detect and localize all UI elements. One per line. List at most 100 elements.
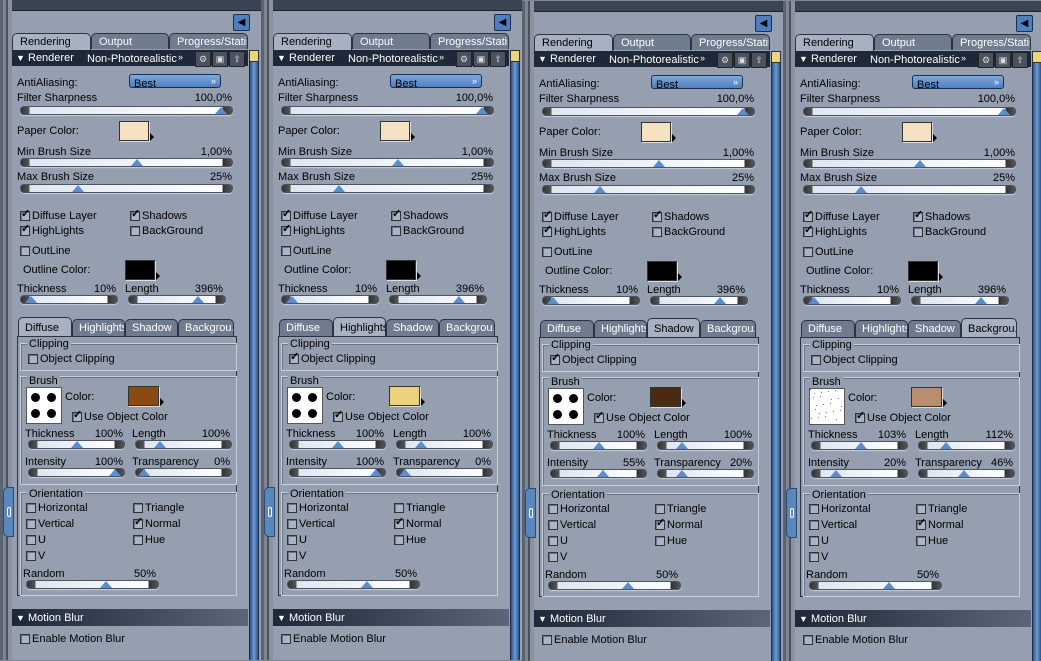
subtab-highlights[interactable]: Highlights [594,320,647,337]
renderer-select[interactable]: Non-Photorealistic [609,54,699,66]
outline-thickness-slider[interactable] [803,296,901,305]
renderer-select[interactable]: Non-Photorealistic [87,53,177,65]
intensity-slider-thumb[interactable] [109,469,121,476]
highlights-checkbox[interactable] [281,222,291,236]
chevron-down-icon[interactable]: » [178,51,183,63]
transparency-slider-thumb[interactable] [138,469,150,476]
random-slider-thumb[interactable] [361,581,373,588]
subtab-background[interactable]: Backgrou. [178,319,234,336]
brush-preview[interactable] [809,388,845,425]
intensity-slider[interactable] [28,468,125,477]
brush-length-slider-thumb[interactable] [415,441,427,448]
normal-checkbox[interactable] [916,516,926,530]
filter-sharpness-slider[interactable] [281,106,494,115]
subtab-highlights[interactable]: Highlights [72,319,125,336]
subtab-shadow[interactable]: Shadow [125,319,178,336]
shadows-checkbox[interactable] [913,208,923,222]
background-checkbox[interactable] [913,227,923,237]
brush-thickness-slider[interactable] [28,440,125,449]
collapse-triangle-icon[interactable]: ▼ [799,613,808,625]
transparency-slider[interactable] [135,468,232,477]
filter-sharpness-slider-thumb[interactable] [476,107,488,114]
renderer-select[interactable]: Non-Photorealistic [348,53,438,65]
background-checkbox[interactable] [391,226,401,236]
triangle-checkbox[interactable] [133,503,143,513]
filter-sharpness-slider[interactable] [542,107,755,116]
normal-checkbox[interactable] [394,515,404,529]
highlights-checkbox[interactable] [803,223,813,237]
v-checkbox[interactable] [26,551,36,561]
enable-motion-blur-checkbox[interactable] [803,635,813,645]
brush-length-slider-thumb[interactable] [676,442,688,449]
load-icon[interactable]: ⇧ [1012,52,1028,68]
transparency-slider[interactable] [657,469,754,478]
collapse-triangle-icon[interactable]: ▼ [538,613,547,625]
filter-sharpness-slider-thumb[interactable] [215,107,227,114]
vertical-checkbox[interactable] [26,519,36,529]
preset-icon[interactable]: ⚙ [978,52,994,68]
triangle-checkbox[interactable] [916,504,926,514]
subtab-highlights[interactable]: Highlights [333,317,386,337]
renderer-select[interactable]: Non-Photorealistic [870,54,960,66]
enable-motion-blur-checkbox[interactable] [281,634,291,644]
max-brush-slider[interactable] [803,185,1016,194]
diffuse-layer-checkbox[interactable] [803,208,813,222]
brush-preview[interactable] [548,388,584,425]
random-slider-thumb[interactable] [100,581,112,588]
tab-progress[interactable]: Progress/Statist. [169,33,248,49]
outline-length-slider[interactable] [911,296,1009,305]
min-brush-slider[interactable] [803,159,1016,168]
outline-thickness-slider[interactable] [281,295,379,304]
hue-checkbox[interactable] [916,536,926,546]
splitter-handle[interactable] [3,487,14,537]
background-checkbox[interactable] [652,227,662,237]
panel-splitter[interactable] [522,1,534,661]
brush-color-swatch[interactable] [128,386,164,406]
preset-icon[interactable]: ⚙ [456,51,472,67]
enable-motion-blur-checkbox[interactable] [20,634,30,644]
outline-thickness-slider-thumb[interactable] [286,296,298,303]
enable-motion-blur-checkbox[interactable] [542,635,552,645]
object-clipping-checkbox[interactable] [28,354,38,364]
paper-color-swatch[interactable] [119,121,154,141]
brush-thickness-slider-thumb[interactable] [593,442,605,449]
brush-preview[interactable] [26,387,62,424]
save-icon[interactable]: ▣ [212,51,228,67]
shadows-checkbox[interactable] [391,207,401,221]
outline-color-swatch[interactable] [125,260,160,280]
antialiasing-dropdown[interactable]: Best » [129,74,221,90]
random-slider[interactable] [26,580,159,589]
tab-output[interactable]: Output [874,34,952,50]
outline-color-swatch[interactable] [386,260,421,280]
outline-length-slider-thumb[interactable] [714,297,726,304]
brush-length-slider[interactable] [918,441,1015,450]
intensity-slider[interactable] [289,468,386,477]
brush-length-slider[interactable] [135,440,232,449]
panel-splitter[interactable] [261,0,273,660]
collapse-triangle-icon[interactable]: ▼ [277,52,286,64]
vertical-scrollbar[interactable] [1032,51,1041,661]
collapse-triangle-icon[interactable]: ▼ [16,52,25,64]
filter-sharpness-slider-thumb[interactable] [737,108,749,115]
max-brush-slider[interactable] [542,185,755,194]
min-brush-slider-thumb[interactable] [392,159,404,166]
tab-output[interactable]: Output [352,33,430,49]
save-icon[interactable]: ▣ [995,52,1011,68]
normal-checkbox[interactable] [133,515,143,529]
max-brush-slider-thumb[interactable] [594,186,606,193]
random-slider-thumb[interactable] [883,582,895,589]
u-checkbox[interactable] [548,536,558,546]
v-checkbox[interactable] [548,552,558,562]
brush-preview[interactable] [287,387,323,424]
hue-checkbox[interactable] [394,535,404,545]
object-clipping-checkbox[interactable] [289,350,299,364]
shadows-checkbox[interactable] [652,208,662,222]
load-icon[interactable]: ⇧ [229,51,245,67]
max-brush-slider[interactable] [20,184,233,193]
brush-color-swatch[interactable] [911,387,947,407]
subtab-diffuse[interactable]: Diffuse [540,320,594,337]
chevron-down-icon[interactable]: » [700,52,705,64]
transparency-slider-thumb[interactable] [399,469,411,476]
panel-splitter[interactable] [783,1,795,661]
vertical-scrollbar[interactable] [771,51,781,661]
